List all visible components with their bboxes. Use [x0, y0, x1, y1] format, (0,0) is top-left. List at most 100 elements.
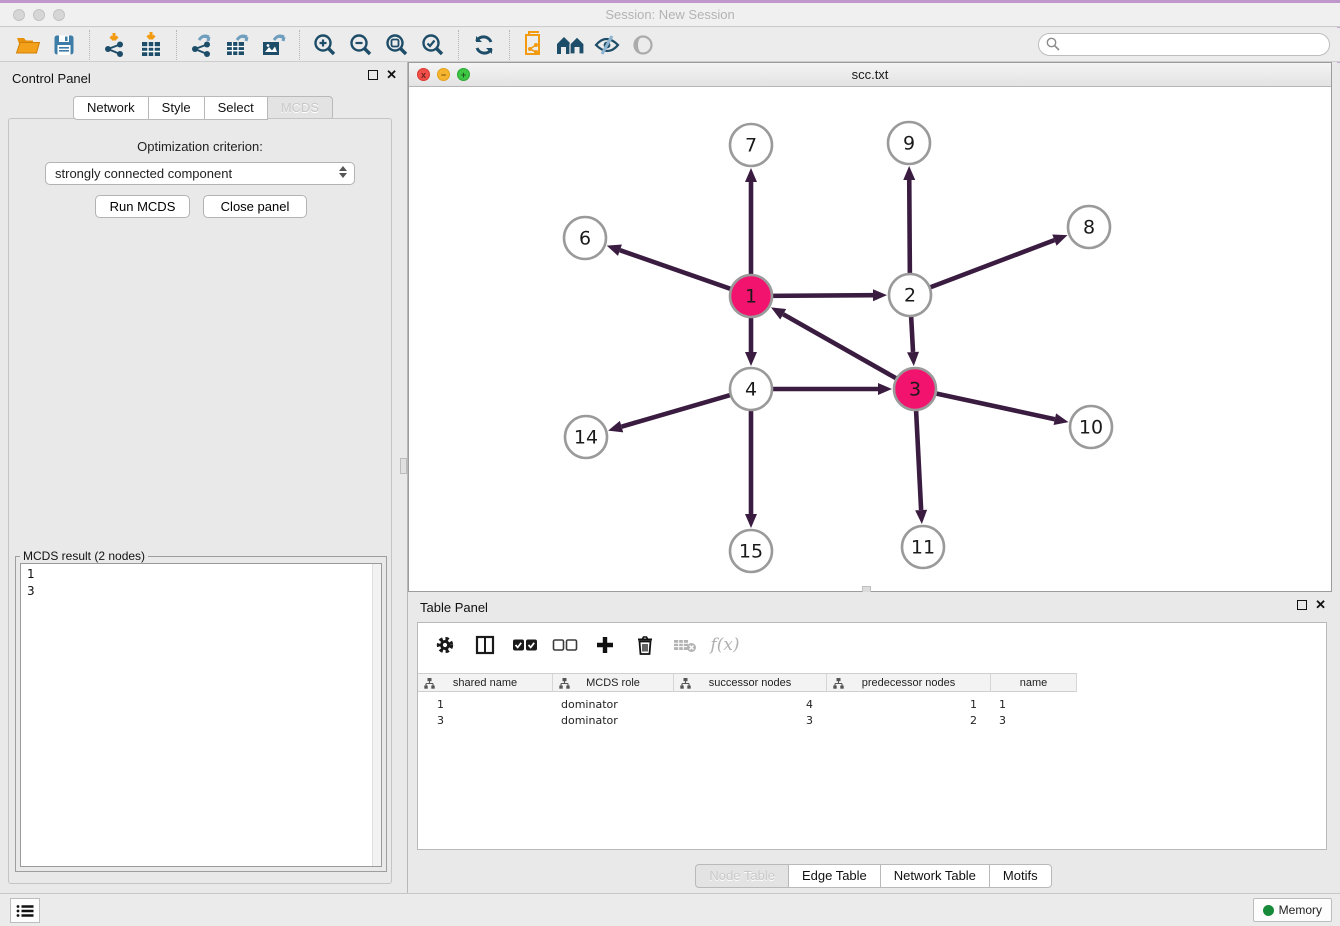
function-builder-button[interactable]: f(x)	[712, 632, 738, 658]
deselect-all-button[interactable]	[552, 632, 578, 658]
fx-icon: f(x)	[710, 635, 739, 655]
mcds-tab-content: Optimization criterion: strongly connect…	[8, 118, 392, 884]
vertical-splitter-handle[interactable]	[400, 458, 407, 474]
tab-style[interactable]: Style	[148, 96, 205, 120]
eye-disabled-icon	[632, 34, 654, 56]
apply-layout-button[interactable]	[466, 30, 502, 60]
toolbar-separator	[176, 30, 177, 60]
zoom-selected-button[interactable]	[415, 30, 451, 60]
zoom-fit-button[interactable]	[379, 30, 415, 60]
tab-select[interactable]: Select	[204, 96, 268, 120]
graph-node-label-2: 2	[904, 285, 916, 307]
show-column-button[interactable]	[472, 632, 498, 658]
zoom-in-button[interactable]	[307, 30, 343, 60]
column-header-name[interactable]: name	[991, 674, 1077, 692]
table-row[interactable]: 1 dominator 4 1 1	[418, 696, 1077, 712]
column-header-mcds-role[interactable]: MCDS role	[553, 674, 674, 692]
toolbar-separator	[509, 30, 510, 60]
graph-edge-1-2[interactable]	[769, 295, 873, 296]
delete-table-icon	[673, 637, 697, 653]
memory-label: Memory	[1279, 903, 1322, 917]
graph-node-label-6: 6	[579, 228, 591, 250]
node-table-frame: f(x) shared name MCDS role successor nod…	[417, 622, 1327, 850]
mcds-result-text: 1 3	[21, 564, 372, 866]
import-network-button[interactable]	[97, 30, 133, 60]
import-table-button[interactable]	[133, 30, 169, 60]
tab-mcds[interactable]: MCDS	[267, 96, 333, 120]
network-window-titlebar[interactable]: x − + scc.txt	[409, 63, 1331, 87]
tab-network[interactable]: Network	[73, 96, 149, 120]
column-header-shared-name[interactable]: shared name	[418, 674, 553, 692]
delete-column-button[interactable]	[632, 632, 658, 658]
float-table-panel-icon[interactable]	[1297, 600, 1307, 610]
search-field-wrap	[1038, 33, 1330, 56]
float-panel-icon[interactable]	[368, 70, 378, 80]
table-panel-title: Table Panel	[420, 600, 488, 615]
memory-status-icon	[1263, 905, 1274, 916]
table-settings-button[interactable]	[432, 632, 458, 658]
export-image-button[interactable]	[256, 30, 292, 60]
graph-node-label-15: 15	[739, 541, 763, 563]
refresh-icon	[472, 33, 496, 57]
graph-edge-2-9[interactable]	[909, 180, 910, 277]
graph-edge-3-1[interactable]	[783, 314, 899, 380]
tab-motifs[interactable]: Motifs	[989, 864, 1052, 888]
toolbar-separator	[89, 30, 90, 60]
select-all-button[interactable]	[512, 632, 538, 658]
first-neighbors-button[interactable]	[553, 30, 589, 60]
show-hide-button[interactable]	[589, 30, 625, 60]
open-file-button[interactable]	[10, 30, 46, 60]
export-image-icon	[261, 32, 287, 58]
control-panel-tabs: Network Style Select MCDS	[0, 96, 407, 120]
graph-edge-3-11[interactable]	[916, 407, 921, 510]
graph-node-label-1: 1	[745, 286, 757, 308]
graph-edge-2-3[interactable]	[911, 313, 913, 352]
task-history-button[interactable]	[10, 898, 40, 923]
network-graph[interactable]: 7968124314101511	[409, 87, 1331, 591]
toolbar-separator	[299, 30, 300, 60]
tab-network-table[interactable]: Network Table	[880, 864, 990, 888]
clone-network-icon	[523, 31, 547, 59]
graph-node-label-3: 3	[909, 379, 921, 401]
graph-edge-4-14[interactable]	[622, 394, 734, 427]
column-header-successor-nodes[interactable]: successor nodes	[674, 674, 827, 692]
close-panel-icon[interactable]: ✕	[386, 70, 397, 80]
graph-node-label-14: 14	[574, 427, 598, 449]
zoom-out-button[interactable]	[343, 30, 379, 60]
mcds-result-group: MCDS result (2 nodes) 1 3	[15, 556, 387, 872]
import-network-icon	[102, 32, 128, 58]
memory-button[interactable]: Memory	[1253, 898, 1332, 922]
graph-edge-1-6[interactable]	[620, 250, 734, 290]
create-column-button[interactable]	[592, 632, 618, 658]
export-network-button[interactable]	[184, 30, 220, 60]
table-row[interactable]: 3 dominator 3 2 3	[418, 712, 1077, 728]
close-panel-button[interactable]: Close panel	[203, 195, 307, 218]
result-scrollbar[interactable]	[372, 564, 381, 866]
close-table-panel-icon[interactable]: ✕	[1315, 600, 1326, 610]
criterion-select[interactable]: strongly connected component	[45, 162, 355, 185]
table-panel: Table Panel ✕	[408, 592, 1340, 893]
run-mcds-button[interactable]: Run MCDS	[95, 195, 190, 218]
tab-edge-table[interactable]: Edge Table	[788, 864, 881, 888]
export-table-button[interactable]	[220, 30, 256, 60]
toolbar-separator	[458, 30, 459, 60]
clone-network-button[interactable]	[517, 30, 553, 60]
graph-node-label-4: 4	[745, 379, 757, 401]
criterion-value: strongly connected component	[55, 166, 232, 181]
export-network-icon	[189, 32, 215, 58]
graph-node-label-10: 10	[1079, 417, 1103, 439]
graphics-details-button[interactable]	[625, 30, 661, 60]
graph-edge-2-8[interactable]	[927, 240, 1055, 288]
delete-table-button[interactable]	[672, 632, 698, 658]
table-tabs: Node Table Edge Table Network Table Moti…	[408, 864, 1340, 888]
search-input[interactable]	[1038, 33, 1330, 56]
stepper-icon	[339, 166, 347, 178]
save-session-button[interactable]	[46, 30, 82, 60]
network-view-window: x − + scc.txt 7968124314101511	[408, 62, 1332, 592]
table-toolbar: f(x)	[418, 623, 1326, 667]
graph-node-label-8: 8	[1083, 217, 1095, 239]
hierarchy-icon	[559, 678, 570, 692]
tab-node-table[interactable]: Node Table	[695, 864, 789, 888]
column-header-predecessor-nodes[interactable]: predecessor nodes	[827, 674, 991, 692]
graph-edge-3-10[interactable]	[933, 393, 1055, 419]
